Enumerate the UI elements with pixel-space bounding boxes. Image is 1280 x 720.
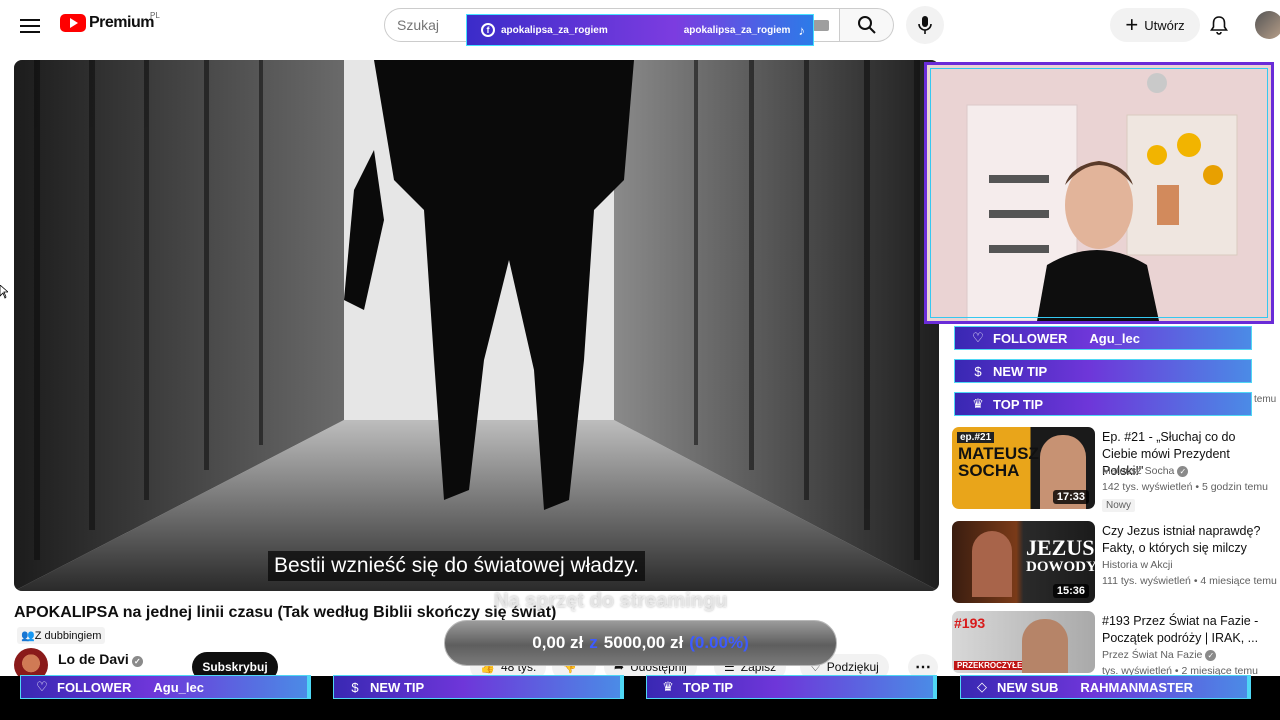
voice-search-button[interactable]: [906, 6, 944, 44]
bottom-alert-new-tip: $ NEW TIP: [333, 675, 624, 699]
crown-icon: ♛: [972, 396, 984, 411]
dubbing-badge[interactable]: 👥Z dubbingiem: [17, 627, 106, 644]
side-alert-name: Agu_lec: [1089, 330, 1140, 346]
thumb-subtitle: DOWODY: [1026, 559, 1095, 575]
dub-label: Z dubbingiem: [34, 630, 102, 642]
plus-icon: +: [1125, 12, 1139, 37]
keyboard-icon[interactable]: [813, 20, 829, 31]
video-meta: 142 tys. wyświetleń • 5 godzin temu: [1102, 481, 1268, 493]
side-alert-top-tip: ♛ TOP TIP: [954, 392, 1252, 416]
donation-goal-label: Na sprzęt do streamingu: [494, 590, 728, 612]
channel-name[interactable]: Historia w Akcji: [1102, 559, 1173, 571]
recommended-video[interactable]: ep.#21 MATEUSZ SOCHA 17:33 Ep. #21 - „Sł…: [952, 427, 1278, 512]
video-player[interactable]: [14, 60, 939, 591]
thumb-episode: #193: [954, 615, 986, 631]
search-button[interactable]: [840, 8, 894, 42]
search-icon: [857, 16, 876, 34]
bottom-alert-type: TOP TIP: [683, 679, 734, 695]
goal-target: 5000,00 zł: [603, 633, 684, 652]
account-avatar[interactable]: [1255, 11, 1280, 39]
mouse-cursor-icon: [0, 285, 8, 299]
create-button[interactable]: + Utwórz: [1110, 8, 1200, 42]
heart-icon: ♡: [972, 330, 984, 345]
bottom-alert-new-sub: ◇ NEW SUB RAHMANMASTER: [960, 675, 1251, 699]
webcam-border: [930, 68, 1268, 318]
video-title[interactable]: Czy Jezus istniał naprawdę? Fakty, o któ…: [1102, 523, 1272, 557]
video-title[interactable]: #193 Przez Świat na Fazie - Początek pod…: [1102, 613, 1272, 647]
logo-region-code: PL: [150, 11, 160, 20]
bottom-alert-follower: ♡ FOLLOWER Agu_lec: [20, 675, 311, 699]
logo-text: Premium: [89, 14, 154, 31]
video-duration: 15:36: [1052, 584, 1089, 598]
thumb-episode: ep.#21: [957, 432, 995, 443]
video-thumbnail[interactable]: #193 PRZEKROCZYŁEM: [952, 611, 1095, 673]
subtitle-caption: Bestii wznieść się do światowej władzy.: [268, 551, 645, 581]
side-alert-type: FOLLOWER: [993, 330, 1068, 346]
notifications-button[interactable]: [1206, 12, 1232, 38]
video-frame: [14, 60, 939, 591]
channel-name[interactable]: Mateusz Socha ✓: [1102, 465, 1189, 477]
facebook-icon: f: [481, 23, 495, 37]
thanks-label: Podziękuj: [826, 660, 879, 674]
channel-name[interactable]: Przez Świat Na Fazie ✓: [1102, 649, 1217, 661]
tiktok-handle: apokalipsa_za_rogiem: [683, 24, 791, 36]
video-duration: 17:33: [1052, 490, 1089, 504]
bottom-alert-name: Agu_lec: [153, 679, 204, 695]
verified-icon: ✓: [1205, 650, 1217, 661]
goal-current: 0,00 zł: [532, 633, 584, 652]
donation-goal-bar: 0,00 zł z 5000,00 zł (0.00%): [444, 620, 837, 666]
more-icon: ⋯: [915, 659, 931, 676]
bottom-alert-top-tip: ♛ TOP TIP: [646, 675, 937, 699]
social-handles-banner: f apokalipsa_za_rogiem apokalipsa_za_rog…: [466, 14, 814, 46]
search-input[interactable]: [397, 17, 467, 33]
youtube-play-icon: [60, 14, 86, 32]
bottom-alert-name: RAHMANMASTER: [1080, 679, 1194, 695]
side-alert-type: NEW TIP: [993, 363, 1048, 379]
thumb-title: JEZUS: [1026, 535, 1095, 560]
person-image: [1022, 619, 1068, 673]
video-thumbnail[interactable]: ep.#21 MATEUSZ SOCHA 17:33: [952, 427, 1095, 509]
side-alert-new-tip: $ NEW TIP: [954, 359, 1252, 383]
facebook-handle: apokalipsa_za_rogiem: [501, 24, 608, 36]
dollar-icon: $: [351, 679, 359, 695]
thumb-title: MATEUSZ SOCHA: [958, 444, 1039, 480]
video-meta: 111 tys. wyświetleń • 4 miesiące temu: [1102, 575, 1277, 587]
heart-icon: ♡: [36, 679, 48, 694]
dub-icon: 👥: [21, 630, 35, 642]
recommended-video[interactable]: JEZUS DOWODY 15:36 Czy Jezus istniał nap…: [952, 521, 1278, 605]
side-alert-follower: ♡ FOLLOWER Agu_lec: [954, 326, 1252, 350]
menu-icon[interactable]: [20, 16, 40, 34]
bell-icon: [1210, 16, 1228, 35]
verified-icon: ✓: [131, 656, 143, 667]
crown-icon: ♛: [662, 679, 674, 694]
microphone-icon: [918, 16, 932, 34]
verified-icon: ✓: [1177, 466, 1189, 477]
create-label: Utwórz: [1144, 17, 1185, 33]
channel-name-main[interactable]: Lo de Davi ✓: [58, 651, 143, 667]
side-alert-type: TOP TIP: [993, 396, 1044, 412]
video-thumbnail[interactable]: JEZUS DOWODY 15:36: [952, 521, 1095, 603]
person-image: [972, 531, 1012, 597]
new-badge: Nowy: [1102, 499, 1136, 512]
youtube-premium-logo[interactable]: Premium: [60, 14, 154, 32]
goal-percent: (0.00%): [689, 633, 749, 652]
diamond-icon: ◇: [977, 679, 987, 694]
bottom-alert-type: NEW TIP: [370, 679, 425, 695]
thumb-title: PRZEKROCZYŁEM: [954, 661, 1032, 670]
webcam-overlay: [924, 62, 1274, 324]
side-timestamp-fragment: temu: [1254, 394, 1277, 405]
bottom-alert-type: FOLLOWER: [57, 679, 132, 695]
dollar-icon: $: [974, 363, 982, 379]
tiktok-icon: ♪: [798, 22, 805, 38]
bottom-alert-type: NEW SUB: [997, 679, 1059, 695]
goal-separator: z: [589, 633, 598, 652]
